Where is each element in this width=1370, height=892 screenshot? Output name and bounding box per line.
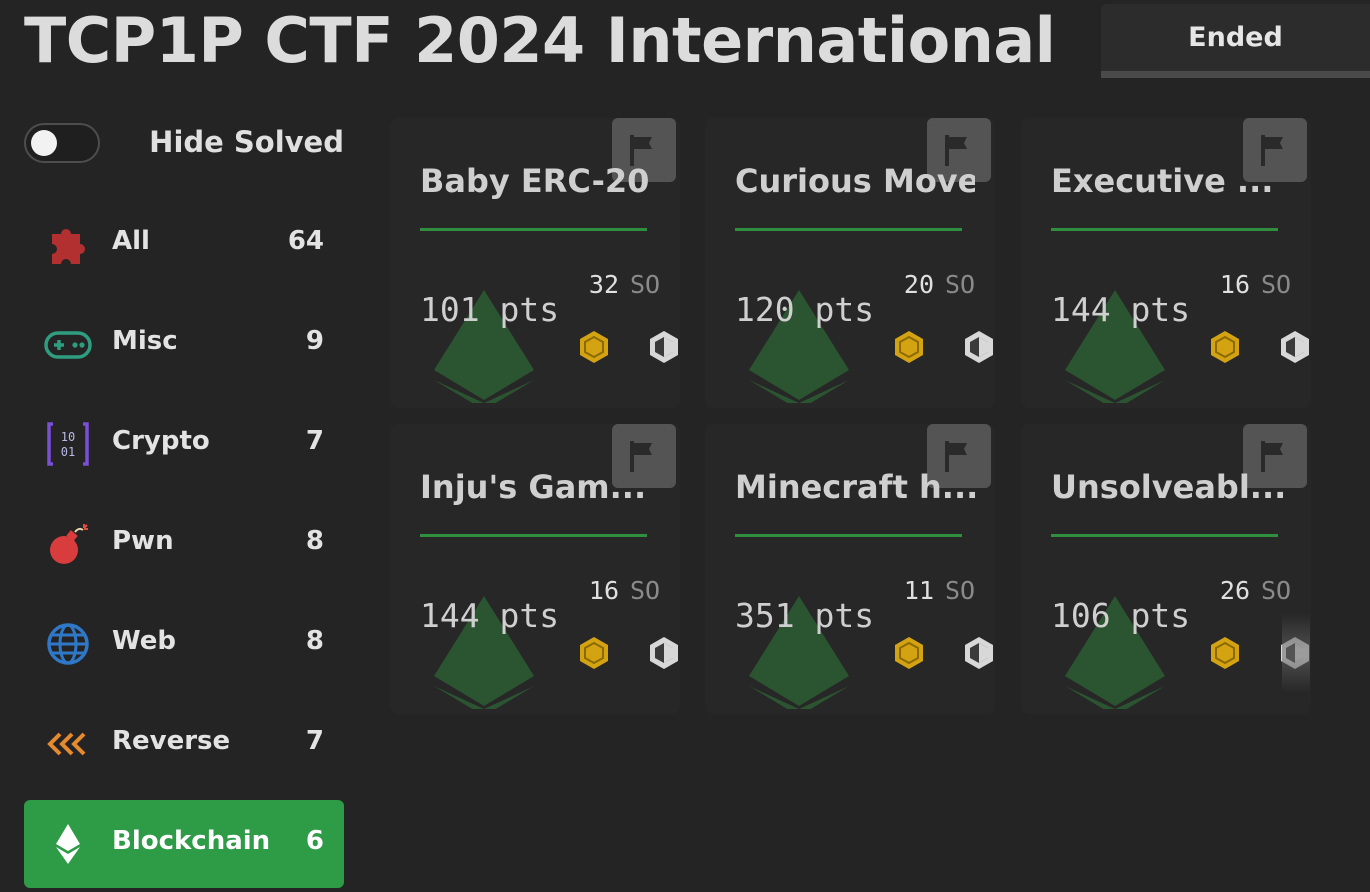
solves-unit: SO (945, 576, 976, 605)
challenge-name: Curious Move (735, 162, 975, 200)
category-count: 7 (305, 426, 324, 456)
challenge-card[interactable]: Unsolveabl... 26 SO 106 pts (1021, 424, 1311, 714)
category-label: Web (112, 626, 176, 656)
blood-hexagon-icon (965, 637, 993, 669)
category-count: 7 (305, 726, 324, 756)
event-status-tab[interactable]: Ended (1101, 4, 1370, 78)
challenge-name: Minecraft h... (735, 468, 975, 506)
gold-hexagon-icon (895, 331, 923, 363)
category-label: Misc (112, 326, 178, 356)
solve-count: 16 (1219, 270, 1250, 299)
category-label: Crypto (112, 426, 210, 456)
toggle-knob (31, 130, 57, 156)
solves-unit: SO (630, 270, 661, 299)
blood-hexagon-icon (650, 637, 678, 669)
blood-hexagon-icon (1281, 331, 1309, 363)
hide-solved-row: Hide Solved (24, 122, 344, 164)
solves-unit: SO (1261, 270, 1292, 299)
bomb-icon (50, 524, 88, 564)
gold-hexagon-icon (1211, 637, 1239, 669)
solves-unit: SO (945, 270, 976, 299)
svg-text:01: 01 (61, 445, 75, 459)
hide-solved-label: Hide Solved (149, 125, 344, 159)
scroll-indicator[interactable] (1282, 612, 1310, 694)
challenge-card[interactable]: Inju's Gam... 16 SO 144 pts (390, 424, 680, 714)
title-divider (735, 228, 962, 231)
svg-text:10: 10 (61, 430, 75, 444)
globe-icon (47, 623, 89, 665)
category-crypto[interactable]: 10 01 Crypto 7 (24, 400, 344, 488)
rewind-icon (47, 732, 86, 756)
challenge-card[interactable]: Curious Move 20 SO 120 pts (705, 118, 995, 408)
solve-count: 20 (903, 270, 934, 299)
challenge-card[interactable]: Executive ... 16 SO 144 pts (1021, 118, 1311, 408)
title-divider (420, 534, 647, 537)
solves-unit: SO (1261, 576, 1292, 605)
category-reverse[interactable]: Reverse 7 (24, 700, 344, 788)
binary-icon: 10 01 (47, 422, 89, 466)
gold-hexagon-icon (580, 331, 608, 363)
ethereum-icon (56, 824, 80, 864)
category-label: Pwn (112, 526, 174, 556)
category-count: 8 (305, 526, 324, 556)
blood-hexagon-icon (650, 331, 678, 363)
title-divider (420, 228, 647, 231)
challenge-points: 106 pts (1051, 596, 1191, 635)
solves-unit: SO (630, 576, 661, 605)
gamepad-icon (44, 331, 92, 359)
solve-count: 11 (903, 576, 934, 605)
category-all[interactable]: All 64 (24, 200, 344, 288)
solve-count: 32 (588, 270, 619, 299)
challenge-name: Inju's Gam... (420, 468, 647, 506)
challenge-name: Baby ERC-20 (420, 162, 650, 200)
event-title: TCP1P CTF 2024 International (24, 4, 1056, 77)
category-blockchain[interactable]: Blockchain 6 (24, 800, 344, 888)
challenge-name: Executive ... (1051, 162, 1274, 200)
category-count: 8 (305, 626, 324, 656)
category-count: 64 (287, 226, 324, 256)
gold-hexagon-icon (895, 637, 923, 669)
gold-hexagon-icon (580, 637, 608, 669)
challenge-card[interactable]: Baby ERC-20 32 SO 101 pts (390, 118, 680, 408)
challenge-points: 144 pts (1051, 290, 1191, 329)
challenge-points: 101 pts (420, 290, 560, 329)
solve-count: 26 (1219, 576, 1250, 605)
category-web[interactable]: Web 8 (24, 600, 344, 688)
solve-count: 16 (588, 576, 619, 605)
category-label: All (112, 226, 150, 256)
challenge-points: 351 pts (735, 596, 875, 635)
challenge-card[interactable]: Minecraft h... 11 SO 351 pts (705, 424, 995, 714)
category-count: 6 (305, 826, 324, 856)
challenge-points: 144 pts (420, 596, 560, 635)
puzzle-icon (52, 229, 85, 264)
title-divider (735, 534, 962, 537)
category-count: 9 (305, 326, 324, 356)
category-misc[interactable]: Misc 9 (24, 300, 344, 388)
category-pwn[interactable]: Pwn 8 (24, 500, 344, 588)
title-divider (1051, 228, 1278, 231)
category-label: Reverse (112, 726, 231, 756)
category-label: Blockchain (112, 826, 271, 856)
hide-solved-toggle[interactable] (24, 123, 100, 163)
challenge-points: 120 pts (735, 290, 875, 329)
gold-hexagon-icon (1211, 331, 1239, 363)
title-divider (1051, 534, 1278, 537)
challenge-name: Unsolveabl... (1051, 468, 1287, 506)
blood-hexagon-icon (965, 331, 993, 363)
challenges-page: TCP1P CTF 2024 International Ended Hide … (0, 0, 1370, 892)
